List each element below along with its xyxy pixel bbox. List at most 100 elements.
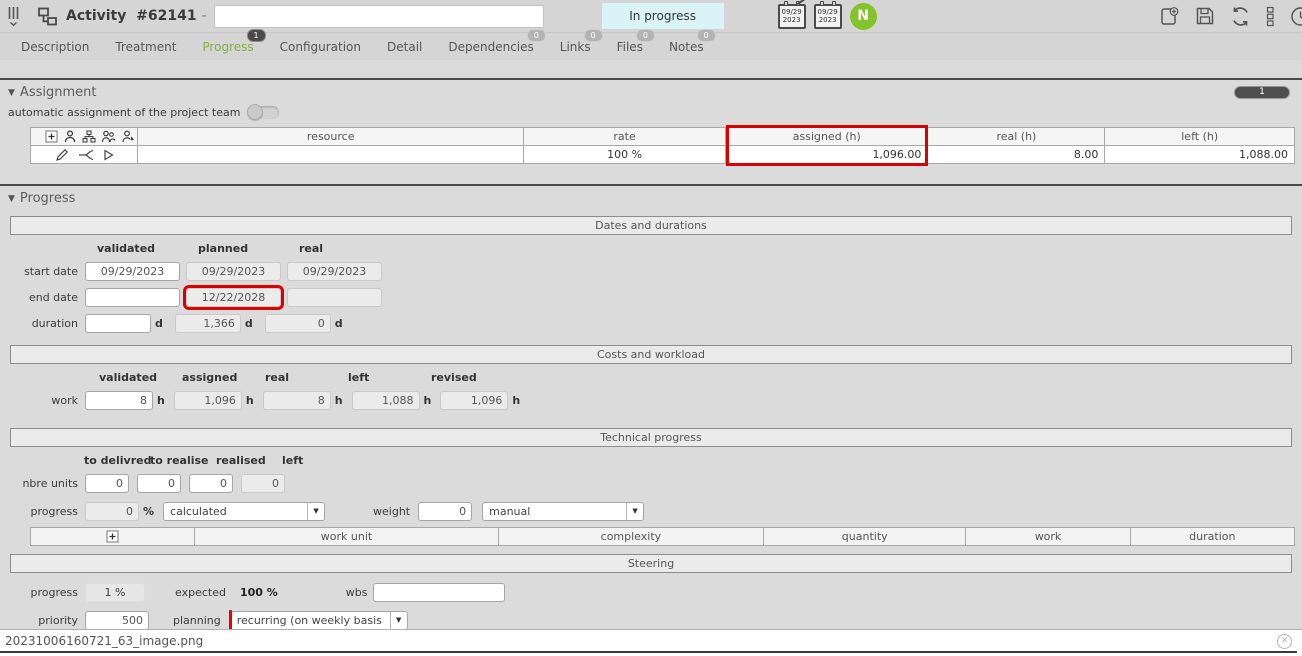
start-date-validated-input[interactable]	[85, 262, 180, 281]
complexity-column-header[interactable]: complexity	[498, 528, 763, 546]
work-unit: h	[246, 394, 254, 407]
chevron-down-icon: ▼	[390, 612, 407, 629]
tab-description[interactable]: Description	[8, 40, 102, 54]
close-icon[interactable]: ✕	[1277, 634, 1292, 649]
allocation-icon[interactable]	[121, 130, 135, 143]
organization-icon[interactable]	[82, 130, 96, 143]
work-left-input	[352, 391, 420, 410]
technical-progress-bar: Technical progress	[10, 428, 1292, 447]
wbs-input[interactable]	[373, 583, 505, 602]
work-unit: h	[512, 394, 520, 407]
tab-files-badge: 0	[636, 29, 655, 42]
add-work-unit-icon[interactable]	[106, 530, 119, 543]
progress-mode-select[interactable]: calculated ▼	[163, 502, 325, 521]
duration-real-input	[265, 314, 331, 333]
dates-durations-bar: Dates and durations	[10, 216, 1292, 235]
resource-icon[interactable]	[63, 130, 77, 143]
duration-column-header[interactable]: duration	[1130, 528, 1294, 546]
resource-cell[interactable]	[138, 146, 524, 164]
wbs-label: wbs	[346, 586, 368, 599]
start-date-calendar-icon[interactable]: 09/292023	[778, 4, 806, 29]
user-avatar[interactable]: N	[850, 3, 877, 30]
menu-dots-icon[interactable]	[1266, 6, 1275, 27]
quantity-column-header[interactable]: quantity	[764, 528, 966, 546]
tech-header-realised: realised	[214, 454, 266, 467]
progress-value-input	[85, 502, 139, 521]
costs-header-left: left	[334, 371, 417, 384]
auto-assign-label: automatic assignment of the project team	[8, 106, 240, 119]
tab-configuration[interactable]: Configuration	[267, 40, 374, 54]
rate-column-header[interactable]: rate	[523, 128, 725, 146]
auto-assign-toggle[interactable]	[248, 106, 279, 119]
nbre-to-realise-input[interactable]	[137, 474, 181, 493]
end-date-real-input	[287, 288, 382, 307]
dates-header-validated: validated	[85, 242, 186, 255]
collapse-menu-icon[interactable]	[6, 5, 22, 27]
assignment-section-header[interactable]: ▼ Assignment 1	[0, 80, 1302, 102]
collapse-triangle-icon: ▼	[8, 88, 15, 98]
work-label: work	[0, 394, 78, 407]
tech-header-left: left	[280, 454, 332, 467]
left-cell[interactable]: 1,088.00	[1105, 146, 1295, 164]
chevron-down-icon: ▼	[307, 503, 324, 520]
costs-header-validated: validated	[85, 371, 168, 384]
tab-notes[interactable]: Notes0	[656, 40, 717, 54]
header-toolbar	[1159, 0, 1302, 32]
assigned-column-header[interactable]: assigned (h)	[726, 128, 928, 146]
end-date-validated-input[interactable]	[85, 288, 180, 307]
nbre-realised-input[interactable]	[189, 474, 233, 493]
collapse-triangle-icon: ▼	[8, 194, 15, 204]
costs-header-real: real	[251, 371, 334, 384]
tab-links[interactable]: Links0	[547, 40, 604, 54]
downloaded-filename[interactable]: 20231006160721_63_image.png	[5, 634, 203, 648]
activity-type-icon	[36, 7, 58, 26]
costs-header-revised: revised	[417, 371, 500, 384]
chevron-down-icon: ▼	[626, 503, 643, 520]
refresh-icon[interactable]	[1230, 6, 1251, 27]
page-title: Activity #62141-	[66, 8, 207, 24]
clock-icon[interactable]	[1290, 6, 1302, 27]
assignment-row[interactable]: 100 % 1,096.00 8.00 1,088.00	[31, 146, 1295, 164]
resource-column-header[interactable]: resource	[138, 128, 524, 146]
real-column-header[interactable]: real (h)	[928, 128, 1105, 146]
progress-section-header[interactable]: ▼ Progress	[0, 186, 1302, 208]
expected-value: 100 %	[240, 586, 278, 599]
add-assignment-icon[interactable]	[45, 130, 58, 143]
work-column-header[interactable]: work	[966, 528, 1130, 546]
nbre-to-delivred-input[interactable]	[85, 474, 129, 493]
planning-select[interactable]: recurring (on weekly basis ▼	[230, 611, 408, 630]
priority-input[interactable]	[85, 611, 149, 630]
tech-header-to-delivred: to delivred	[82, 454, 134, 467]
tab-detail[interactable]: Detail	[374, 40, 435, 54]
tab-dependencies-badge: 0	[527, 29, 546, 42]
activity-name-input[interactable]	[214, 5, 544, 28]
assignment-count-badge: 1	[1234, 86, 1290, 99]
weight-input[interactable]	[418, 502, 472, 521]
tab-progress[interactable]: Progress1	[189, 40, 266, 54]
assigned-cell[interactable]: 1,096.00	[726, 146, 928, 164]
end-date-label: end date	[0, 291, 78, 304]
work-unit-column-header[interactable]: work unit	[195, 528, 498, 546]
work-validated-input[interactable]	[85, 391, 153, 410]
weight-mode-select[interactable]: manual ▼	[482, 502, 644, 521]
tab-treatment[interactable]: Treatment	[102, 40, 189, 54]
real-cell[interactable]: 8.00	[928, 146, 1105, 164]
save-icon[interactable]	[1195, 6, 1215, 26]
costs-workload-bar: Costs and workload	[10, 345, 1292, 364]
start-date-label: start date	[0, 265, 78, 278]
duration-unit: d	[155, 317, 163, 330]
tab-files[interactable]: Files0	[604, 40, 656, 54]
rate-cell[interactable]: 100 %	[523, 146, 725, 164]
edit-icon[interactable]	[55, 148, 69, 162]
left-column-header[interactable]: left (h)	[1105, 128, 1295, 146]
duration-label: duration	[0, 317, 78, 330]
team-icon[interactable]	[101, 130, 116, 143]
detach-icon[interactable]	[78, 149, 94, 161]
status-badge: In progress	[602, 3, 724, 29]
play-icon[interactable]	[103, 149, 114, 161]
add-note-icon[interactable]	[1159, 6, 1180, 27]
tab-dependencies[interactable]: Dependencies0	[435, 40, 546, 54]
duration-validated-input[interactable]	[85, 314, 151, 333]
dates-header-real: real	[287, 242, 388, 255]
end-date-calendar-icon[interactable]: 09/292023	[814, 4, 842, 29]
